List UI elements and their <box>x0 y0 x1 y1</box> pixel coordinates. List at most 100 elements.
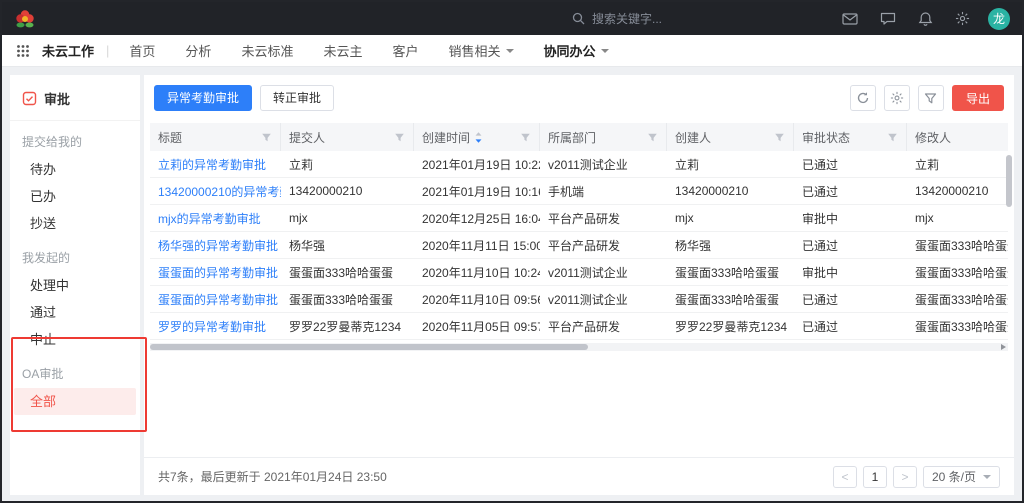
table-row[interactable]: 杨华强的异常考勤审批杨华强2020年11月11日 15:00平台产品研发杨华强已… <box>150 232 1008 259</box>
column-label: 创建时间 <box>422 129 483 146</box>
vertical-scrollbar[interactable] <box>1006 155 1012 207</box>
column-label: 标题 <box>158 129 182 146</box>
cell-department: 手机端 <box>540 183 667 200</box>
sidebar-item-passed[interactable]: 通过 <box>10 299 140 326</box>
cell-title[interactable]: mjx的异常考勤审批 <box>150 210 281 227</box>
panel-footer: 共7条，最后更新于 2021年01月24日 23:50 < 1 > 20 条/页 <box>144 457 1014 495</box>
sidebar-item-todo[interactable]: 待办 <box>10 156 140 183</box>
cell-title[interactable]: 立莉的异常考勤审批 <box>150 156 281 173</box>
cell-created: 2021年01月19日 10:16 <box>414 183 540 200</box>
sort-icon[interactable] <box>474 131 483 144</box>
app-grid-icon[interactable] <box>16 44 30 58</box>
cell-status: 已通过 <box>794 318 907 335</box>
sidebar-section-label-initiated-by-me: 我发起的 <box>10 237 140 272</box>
column-label: 提交人 <box>289 129 325 146</box>
scroll-right-arrow-icon[interactable] <box>1001 344 1006 350</box>
page-number[interactable]: 1 <box>863 466 887 488</box>
table-row[interactable]: 13420000210的异常考勤审批134200002102021年01月19日… <box>150 178 1008 205</box>
column-header-modifier[interactable]: 修改人 <box>907 123 1008 151</box>
table-row[interactable]: 蛋蛋面的异常考勤审批蛋蛋面333哈哈蛋蛋2020年11月10日 10:24v20… <box>150 259 1008 286</box>
cell-title[interactable]: 杨华强的异常考勤审批 <box>150 237 281 254</box>
cell-department: 平台产品研发 <box>540 318 667 335</box>
cell-created: 2020年11月05日 09:57 <box>414 318 540 335</box>
sidebar-item-done[interactable]: 已办 <box>10 183 140 210</box>
tab-abnormal-attendance-approval[interactable]: 异常考勤审批 <box>154 85 252 111</box>
column-label: 创建人 <box>675 129 711 146</box>
refresh-button[interactable] <box>850 85 876 111</box>
cell-department: 平台产品研发 <box>540 210 667 227</box>
cell-status: 审批中 <box>794 264 907 281</box>
app-logo-icon[interactable] <box>14 8 36 30</box>
horizontal-scrollbar-thumb[interactable] <box>150 344 588 350</box>
filter-icon[interactable] <box>887 132 898 143</box>
table-header: 标题 提交人 创建时间 所属部门 创建人 审批状态修改人 <box>150 123 1008 151</box>
sidebar-item-all[interactable]: 全部 <box>14 388 136 415</box>
cell-creator: 立莉 <box>667 156 794 173</box>
nav-item-analysis[interactable]: 分析 <box>185 41 211 60</box>
column-header-creator[interactable]: 创建人 <box>667 123 794 151</box>
cell-created: 2020年12月25日 16:04 <box>414 210 540 227</box>
chevron-down-icon <box>983 475 991 479</box>
global-search[interactable] <box>572 12 732 26</box>
cell-title[interactable]: 罗罗的异常考勤审批 <box>150 318 281 335</box>
chat-icon[interactable] <box>880 11 896 26</box>
prev-page-button[interactable]: < <box>833 466 857 488</box>
table-row[interactable]: 罗罗的异常考勤审批罗罗22罗曼蒂克12342020年11月05日 09:57平台… <box>150 313 1008 340</box>
sidebar-section-label-oa-approval: OA审批 <box>10 353 140 388</box>
chevron-down-icon <box>601 49 609 53</box>
cell-modifier: 蛋蛋面333哈哈蛋蛋 <box>907 291 1008 308</box>
nav-item-weiyun-standard[interactable]: 未云标准 <box>241 41 293 60</box>
nav-item-weiyun-main[interactable]: 未云主 <box>323 41 362 60</box>
cell-title[interactable]: 13420000210的异常考勤审批 <box>150 183 281 200</box>
column-label: 所属部门 <box>548 129 596 146</box>
page-size-select[interactable]: 20 条/页 <box>923 466 1000 488</box>
export-button[interactable]: 导出 <box>952 85 1004 111</box>
bell-icon[interactable] <box>918 11 933 27</box>
sidebar-item-cc[interactable]: 抄送 <box>10 210 140 237</box>
cell-creator: 杨华强 <box>667 237 794 254</box>
mail-icon[interactable] <box>842 12 858 26</box>
cell-modifier: 蛋蛋面333哈哈蛋蛋 <box>907 264 1008 281</box>
cell-modifier: 蛋蛋面333哈哈蛋蛋 <box>907 237 1008 254</box>
column-header-created-time[interactable]: 创建时间 <box>414 123 540 151</box>
search-input[interactable] <box>592 12 732 26</box>
filter-icon[interactable] <box>647 132 658 143</box>
sidebar-item-terminated[interactable]: 中止 <box>10 326 140 353</box>
cell-department: v2011测试企业 <box>540 291 667 308</box>
sidebar-section-label-submitted-to-me: 提交给我的 <box>10 121 140 156</box>
cell-status: 已通过 <box>794 183 907 200</box>
sidebar-item-processing[interactable]: 处理中 <box>10 272 140 299</box>
filter-icon[interactable] <box>774 132 785 143</box>
nav-item-home[interactable]: 首页 <box>129 41 155 60</box>
cell-title[interactable]: 蛋蛋面的异常考勤审批 <box>150 264 281 281</box>
nav-item-customer[interactable]: 客户 <box>392 41 418 60</box>
table-row[interactable]: mjx的异常考勤审批mjx2020年12月25日 16:04平台产品研发mjx审… <box>150 205 1008 232</box>
search-icon <box>572 12 585 25</box>
table-body: 立莉的异常考勤审批立莉2021年01月19日 10:22v2011测试企业立莉已… <box>150 151 1008 340</box>
column-header-department[interactable]: 所属部门 <box>540 123 667 151</box>
column-header-submitter[interactable]: 提交人 <box>281 123 414 151</box>
sidebar-title-label: 审批 <box>44 89 70 108</box>
user-avatar[interactable]: 龙 <box>988 8 1010 30</box>
cell-department: 平台产品研发 <box>540 237 667 254</box>
sidebar-sections: 提交给我的待办已办抄送我发起的处理中通过中止OA审批全部 <box>10 121 140 415</box>
nav-item-sales-related[interactable]: 销售相关 <box>448 41 513 60</box>
nav-item-collaboration[interactable]: 协同办公 <box>544 41 609 60</box>
filter-icon[interactable] <box>261 132 272 143</box>
next-page-button[interactable]: > <box>893 466 917 488</box>
app-window: 龙 未云工作 | 首页分析未云标准未云主客户销售相关协同办公 审批 提交给我的待… <box>0 0 1024 503</box>
table-row[interactable]: 立莉的异常考勤审批立莉2021年01月19日 10:22v2011测试企业立莉已… <box>150 151 1008 178</box>
filter-icon[interactable] <box>394 132 405 143</box>
settings-button[interactable] <box>884 85 910 111</box>
cell-creator: mjx <box>667 211 794 225</box>
page-size-label: 20 条/页 <box>932 468 976 485</box>
gear-icon[interactable] <box>955 11 970 26</box>
column-header-title[interactable]: 标题 <box>150 123 281 151</box>
horizontal-scrollbar[interactable] <box>150 343 1008 351</box>
column-header-approval-status[interactable]: 审批状态 <box>794 123 907 151</box>
table-row[interactable]: 蛋蛋面的异常考勤审批蛋蛋面333哈哈蛋蛋2020年11月10日 09:56v20… <box>150 286 1008 313</box>
filter-icon[interactable] <box>520 132 531 143</box>
cell-title[interactable]: 蛋蛋面的异常考勤审批 <box>150 291 281 308</box>
filter-button[interactable] <box>918 85 944 111</box>
tab-regularization-approval[interactable]: 转正审批 <box>260 85 334 111</box>
